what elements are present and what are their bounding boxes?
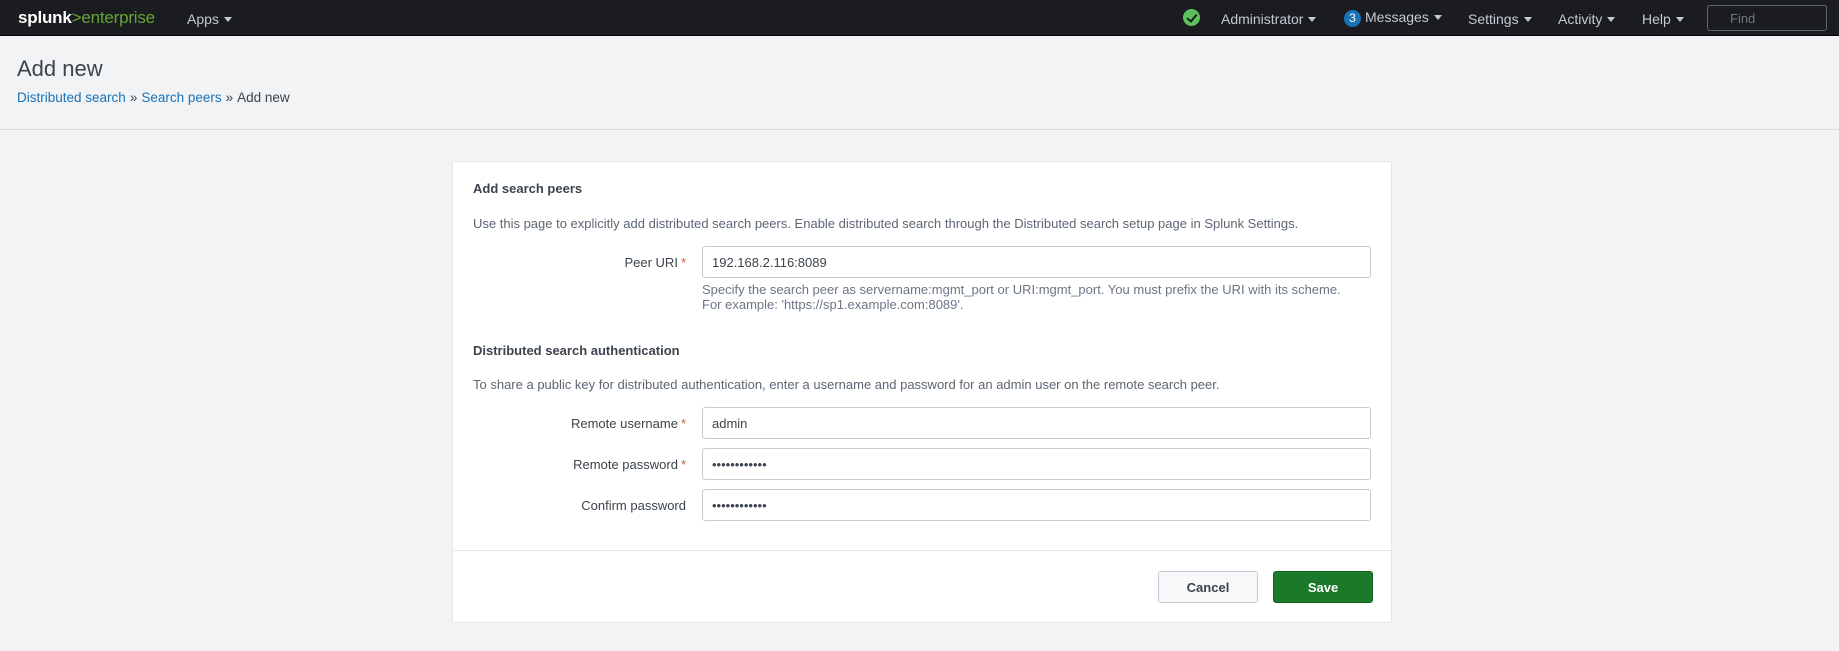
breadcrumb-search-peers[interactable]: Search peers xyxy=(141,90,221,105)
apps-menu-label: Apps xyxy=(187,11,219,27)
messages-menu[interactable]: 3 Messages xyxy=(1344,9,1442,27)
breadcrumb-distributed-search[interactable]: Distributed search xyxy=(17,90,126,105)
peer-uri-input[interactable] xyxy=(702,246,1371,278)
page-header: Add new Distributed search» Search peers»… xyxy=(0,36,1839,130)
remote-username-input[interactable] xyxy=(702,407,1371,439)
add-search-peer-form: Add search peers Use this page to explic… xyxy=(452,161,1392,623)
section-title-distributed-auth: Distributed search authentication xyxy=(473,343,680,358)
settings-menu-label: Settings xyxy=(1468,11,1519,27)
cancel-button[interactable]: Cancel xyxy=(1158,571,1258,603)
confirm-password-input[interactable] xyxy=(702,489,1371,521)
caret-down-icon xyxy=(223,17,232,22)
peer-uri-label: Peer URI * xyxy=(624,255,686,270)
splunk-logo[interactable]: splunk>enterprise xyxy=(18,8,155,28)
peer-uri-help-text: Specify the search peer as servername:mg… xyxy=(702,282,1341,312)
remote-password-label-text: Remote password xyxy=(573,457,678,472)
required-marker: * xyxy=(680,255,686,270)
logo-chevron: > xyxy=(71,8,82,27)
remote-password-input[interactable] xyxy=(702,448,1371,480)
section-description-add-search-peers: Use this page to explicitly add distribu… xyxy=(473,216,1299,231)
messages-count-badge: 3 xyxy=(1344,10,1361,27)
confirm-password-label-text: Confirm password xyxy=(581,498,686,513)
user-menu-label: Administrator xyxy=(1221,11,1304,27)
caret-down-icon xyxy=(1675,17,1684,22)
top-navigation-bar: splunk>enterprise Apps Administrator 3 Me… xyxy=(0,0,1839,36)
peer-uri-label-text: Peer URI xyxy=(624,255,678,270)
required-marker: * xyxy=(680,457,686,472)
help-menu[interactable]: Help xyxy=(1642,11,1684,27)
logo-enterprise-text: enterprise xyxy=(81,8,155,27)
section-description-distributed-auth: To share a public key for distributed au… xyxy=(473,377,1220,392)
remote-username-label-text: Remote username xyxy=(570,416,678,431)
logo-splunk-text: splunk xyxy=(18,8,72,27)
save-button[interactable]: Save xyxy=(1273,571,1373,603)
find-input[interactable] xyxy=(1707,5,1827,31)
page-title: Add new xyxy=(17,56,103,81)
breadcrumb: Distributed search» Search peers» Add new xyxy=(17,90,290,105)
form-footer-divider xyxy=(453,550,1391,551)
remote-password-label: Remote password * xyxy=(573,457,686,472)
caret-down-icon xyxy=(1607,17,1616,22)
caret-down-icon xyxy=(1433,15,1442,20)
breadcrumb-current: Add new xyxy=(237,90,290,105)
activity-menu[interactable]: Activity xyxy=(1558,11,1616,27)
health-status-ok-icon[interactable] xyxy=(1183,9,1200,26)
caret-down-icon xyxy=(1308,17,1317,22)
caret-down-icon xyxy=(1523,17,1532,22)
settings-menu[interactable]: Settings xyxy=(1468,11,1532,27)
help-menu-label: Help xyxy=(1642,11,1671,27)
remote-username-label: Remote username * xyxy=(571,416,686,431)
section-title-add-search-peers: Add search peers xyxy=(473,181,583,196)
required-marker: * xyxy=(680,416,686,431)
confirm-password-label: Confirm password xyxy=(581,498,686,513)
messages-menu-label: Messages xyxy=(1365,9,1429,25)
user-menu[interactable]: Administrator xyxy=(1221,11,1317,27)
apps-menu[interactable]: Apps xyxy=(187,11,232,27)
breadcrumb-separator: » xyxy=(129,90,138,105)
activity-menu-label: Activity xyxy=(1558,11,1603,27)
breadcrumb-separator: » xyxy=(225,90,234,105)
